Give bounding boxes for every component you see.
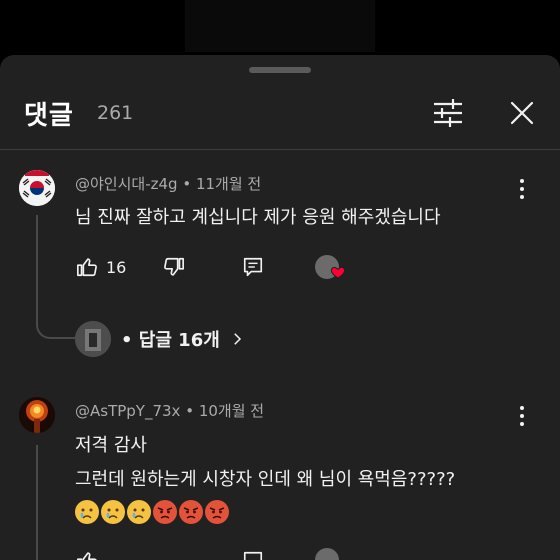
crying-face-icon <box>75 500 99 524</box>
like-button[interactable]: 16 <box>76 256 126 278</box>
comment-text-line: 그런데 원하는게 시창자 인데 왜 님이 욕먹음????? <box>75 469 456 490</box>
header-divider <box>0 149 560 150</box>
comment-avatar[interactable] <box>19 170 55 206</box>
more-vert-icon <box>520 179 524 199</box>
thread-connector-curve <box>36 315 76 339</box>
korea-flag-icon <box>19 170 55 206</box>
comment-text-line: 저격 감사 <box>75 435 147 456</box>
comment-author[interactable]: @야인시대-z4g <box>75 175 178 193</box>
meta-separator: • <box>185 402 199 420</box>
comments-count: 261 <box>97 102 134 124</box>
thread-connector-line <box>36 445 38 560</box>
comments-header: 댓글 261 <box>0 83 560 149</box>
crying-face-icon <box>127 500 151 524</box>
comment-meta: @야인시대-z4g • 11개월 전 <box>75 173 261 194</box>
like-count: 16 <box>106 257 127 277</box>
creator-avatar-icon <box>315 548 339 560</box>
heart-icon <box>330 266 346 279</box>
creator-heart-badge <box>315 548 339 560</box>
reply-comment-icon <box>243 551 263 560</box>
reply-comment-icon <box>243 257 263 277</box>
comment-time: 10개월 전 <box>198 402 265 420</box>
sliders-icon <box>434 99 462 127</box>
more-options-button[interactable] <box>510 176 534 202</box>
dislike-button[interactable] <box>163 256 185 278</box>
emoji-row <box>75 500 231 524</box>
crying-face-icon <box>101 500 125 524</box>
comment-meta: @AsTPpY_73x • 10개월 전 <box>75 400 264 421</box>
meta-separator: • <box>182 175 196 193</box>
reply-button[interactable] <box>242 256 264 278</box>
reply-button[interactable] <box>242 550 264 560</box>
chevron-right-icon <box>234 333 241 345</box>
video-player-area[interactable] <box>185 0 375 52</box>
comment-avatar[interactable] <box>19 397 55 433</box>
angry-face-icon <box>205 500 229 524</box>
sort-filter-button[interactable] <box>428 93 468 133</box>
replies-label: • 답글 16개 <box>121 330 220 351</box>
comment-text: 님 진짜 잘하고 계십니다 제가 응원 해주겠습니다 <box>75 207 441 228</box>
angry-face-icon <box>153 500 177 524</box>
close-button[interactable] <box>502 93 542 133</box>
comments-title: 댓글 <box>24 101 74 131</box>
thumbs-up-icon <box>77 258 97 277</box>
reply-avatar <box>75 321 111 357</box>
comment-author[interactable]: @AsTPpY_73x <box>75 402 180 420</box>
comment-time: 11개월 전 <box>195 175 262 193</box>
more-vert-icon <box>520 406 524 426</box>
drag-handle[interactable] <box>249 67 311 73</box>
reply-avatar-image-icon <box>75 321 111 357</box>
thread-connector-line <box>36 215 38 315</box>
more-options-button[interactable] <box>510 403 534 429</box>
like-button[interactable] <box>76 550 98 560</box>
comments-sheet: 댓글 261 @야인시대-z4g • 11개월 전 님 진짜 잘하고 계십니다 … <box>0 55 560 560</box>
view-replies-button[interactable]: • 답글 16개 <box>75 321 246 357</box>
close-icon <box>510 101 534 125</box>
creator-heart-badge <box>315 252 347 282</box>
angry-face-icon <box>179 500 203 524</box>
explosion-icon <box>19 397 55 433</box>
thumbs-up-icon <box>77 552 97 560</box>
thumbs-down-icon <box>164 257 184 276</box>
